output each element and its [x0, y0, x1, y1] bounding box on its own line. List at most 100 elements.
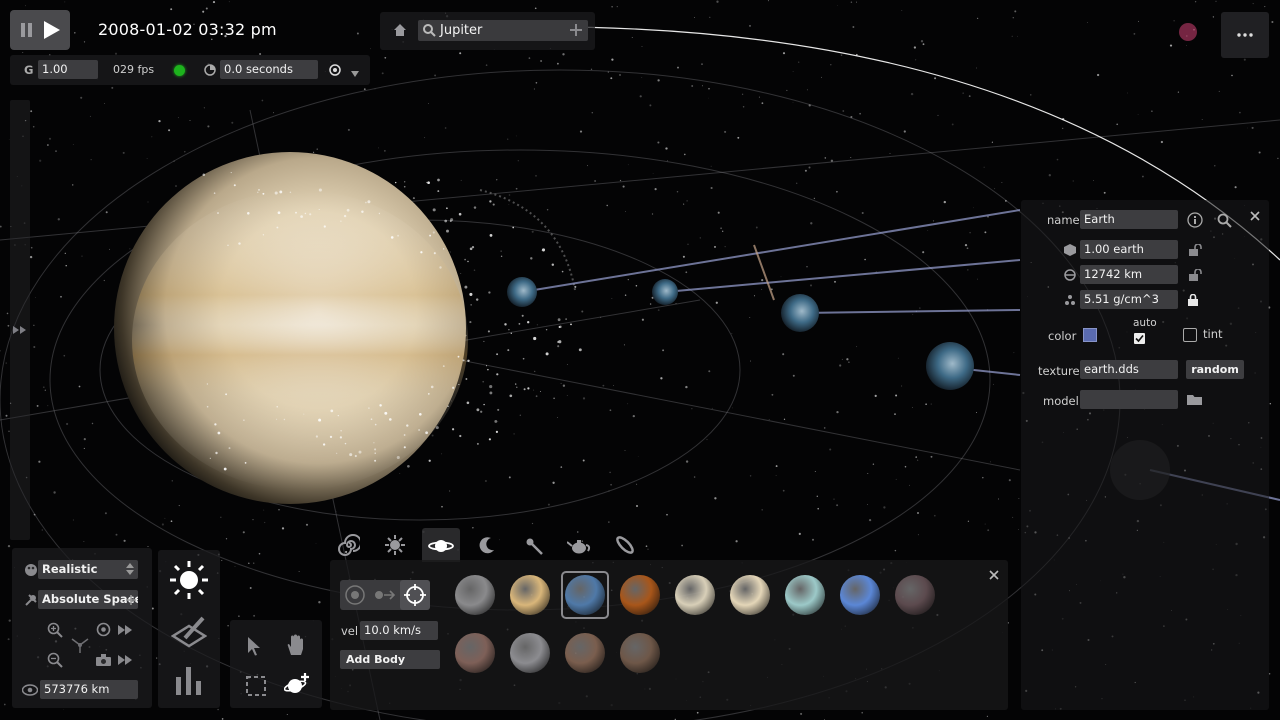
- play-icon: [43, 20, 61, 40]
- info-icon[interactable]: [1187, 212, 1203, 228]
- density-icon: [1064, 294, 1076, 306]
- tab-moon[interactable]: [468, 528, 506, 562]
- random-button[interactable]: random: [1186, 360, 1244, 379]
- tab-galaxy[interactable]: [330, 528, 368, 562]
- status-bar: G 1.00 029 fps 0.0 seconds: [10, 55, 370, 85]
- planet-swatch[interactable]: [455, 575, 495, 615]
- auto-checkbox[interactable]: [1134, 333, 1145, 344]
- forward-arrows-icon[interactable]: [118, 625, 132, 635]
- texture-label: texture: [1038, 364, 1080, 378]
- velocity-field[interactable]: 10.0 km/s: [360, 621, 438, 640]
- diameter-field[interactable]: 12742 km: [1080, 265, 1178, 284]
- planet-swatch[interactable]: [510, 575, 550, 615]
- planet-swatch[interactable]: [565, 633, 605, 673]
- planet-swatch[interactable]: [785, 575, 825, 615]
- forward-arrows-icon[interactable]: [118, 655, 132, 665]
- plus-icon: [126, 595, 136, 605]
- name-label: name: [1047, 213, 1080, 227]
- moon-icon: [477, 535, 497, 555]
- play-button[interactable]: [43, 20, 61, 40]
- tab-ring[interactable]: [606, 528, 644, 562]
- frame-pin-icon: [24, 593, 38, 607]
- name-field[interactable]: Earth: [1080, 210, 1178, 229]
- add-planet-icon[interactable]: [284, 672, 310, 696]
- tab-star[interactable]: [376, 528, 414, 562]
- lock-icon[interactable]: [1188, 294, 1198, 306]
- tools-panel: [230, 620, 322, 708]
- status-light-icon: [174, 65, 185, 76]
- follow-target-icon[interactable]: [96, 622, 111, 637]
- mass-field[interactable]: 1.00 earth: [1080, 240, 1178, 259]
- planet-swatch[interactable]: [895, 575, 935, 615]
- gravity-label: G: [24, 63, 33, 77]
- crosshair-mode-button[interactable]: [400, 580, 430, 610]
- camera-icon[interactable]: [96, 654, 111, 666]
- planet-swatch[interactable]: [565, 575, 605, 615]
- gravity-field[interactable]: 1.00: [38, 60, 98, 79]
- planet-swatch[interactable]: [675, 575, 715, 615]
- palette-icon: [24, 563, 38, 577]
- cursor-icon[interactable]: [247, 636, 261, 656]
- close-icon[interactable]: [989, 570, 999, 580]
- body-type-tabs: [330, 528, 650, 562]
- checkmark-icon: [1134, 333, 1145, 344]
- diameter-icon: [1064, 269, 1076, 281]
- add-body-panel: vel 10.0 km/s Add Body: [330, 560, 1008, 710]
- unlock-icon[interactable]: [1189, 269, 1203, 281]
- orbit-mode-icon[interactable]: [344, 584, 366, 606]
- view-distance-field[interactable]: 573776 km: [40, 680, 138, 699]
- planet-swatch[interactable]: [840, 575, 880, 615]
- dropdown-arrow-icon[interactable]: [351, 69, 359, 79]
- home-button[interactable]: [392, 22, 408, 38]
- sun-icon[interactable]: [169, 560, 209, 600]
- search-field[interactable]: Jupiter: [418, 20, 588, 41]
- menu-button[interactable]: [1221, 12, 1269, 58]
- fps-counter: 029 fps: [113, 63, 154, 76]
- tab-teapot[interactable]: [560, 528, 598, 562]
- model-field[interactable]: [1080, 390, 1178, 409]
- velocity-label: vel: [341, 624, 358, 638]
- orbit-view-icon[interactable]: [70, 635, 90, 655]
- time-step-field[interactable]: 0.0 seconds: [220, 60, 318, 79]
- planet-swatch[interactable]: [730, 575, 770, 615]
- search-icon[interactable]: [1217, 213, 1232, 228]
- draw-trails-icon[interactable]: [171, 616, 207, 648]
- close-icon[interactable]: [1250, 211, 1260, 221]
- folder-icon[interactable]: [1187, 393, 1203, 406]
- plus-icon[interactable]: [570, 24, 582, 36]
- body-properties-panel: name Earth 1.00 earth 12742 km 5.51 g/cm…: [1021, 200, 1269, 710]
- unlock-icon[interactable]: [1189, 244, 1203, 256]
- pause-button[interactable]: [20, 22, 34, 38]
- search-icon: [422, 23, 436, 37]
- add-body-button[interactable]: Add Body: [340, 650, 440, 669]
- zoom-out-icon[interactable]: [47, 652, 63, 668]
- tab-comet[interactable]: [514, 528, 552, 562]
- planet-swatch[interactable]: [455, 633, 495, 673]
- render-toggles-panel: [158, 550, 220, 708]
- zoom-in-icon[interactable]: [47, 622, 63, 638]
- planet-swatch[interactable]: [510, 633, 550, 673]
- tint-checkbox[interactable]: [1183, 328, 1197, 342]
- simulation-date: 2008-01-02 03:32 pm: [98, 20, 277, 39]
- density-field[interactable]: 5.51 g/cm^3: [1080, 290, 1178, 309]
- velocity-mode-icon[interactable]: [374, 589, 396, 601]
- target-icon[interactable]: [329, 64, 341, 76]
- planet-swatch[interactable]: [620, 575, 660, 615]
- color-swatch[interactable]: [1083, 328, 1097, 342]
- planet-swatch[interactable]: [620, 633, 660, 673]
- crosshair-icon: [403, 583, 427, 607]
- texture-field[interactable]: earth.dds: [1080, 360, 1178, 379]
- reference-frame-select[interactable]: Absolute Space: [38, 590, 138, 609]
- chart-bars-icon[interactable]: [174, 665, 204, 695]
- hand-icon[interactable]: [286, 634, 306, 656]
- sidebar-handle[interactable]: [10, 100, 30, 540]
- teapot-icon: [567, 537, 591, 555]
- select-arrows-icon: [126, 563, 134, 575]
- clock-icon: [204, 64, 216, 76]
- visual-mode-value: Realistic: [42, 562, 97, 576]
- planet-icon: [428, 536, 454, 556]
- marquee-select-icon[interactable]: [246, 676, 266, 696]
- visual-mode-select[interactable]: Realistic: [38, 560, 138, 579]
- tab-planet[interactable]: [422, 528, 460, 562]
- ring-icon: [614, 534, 636, 556]
